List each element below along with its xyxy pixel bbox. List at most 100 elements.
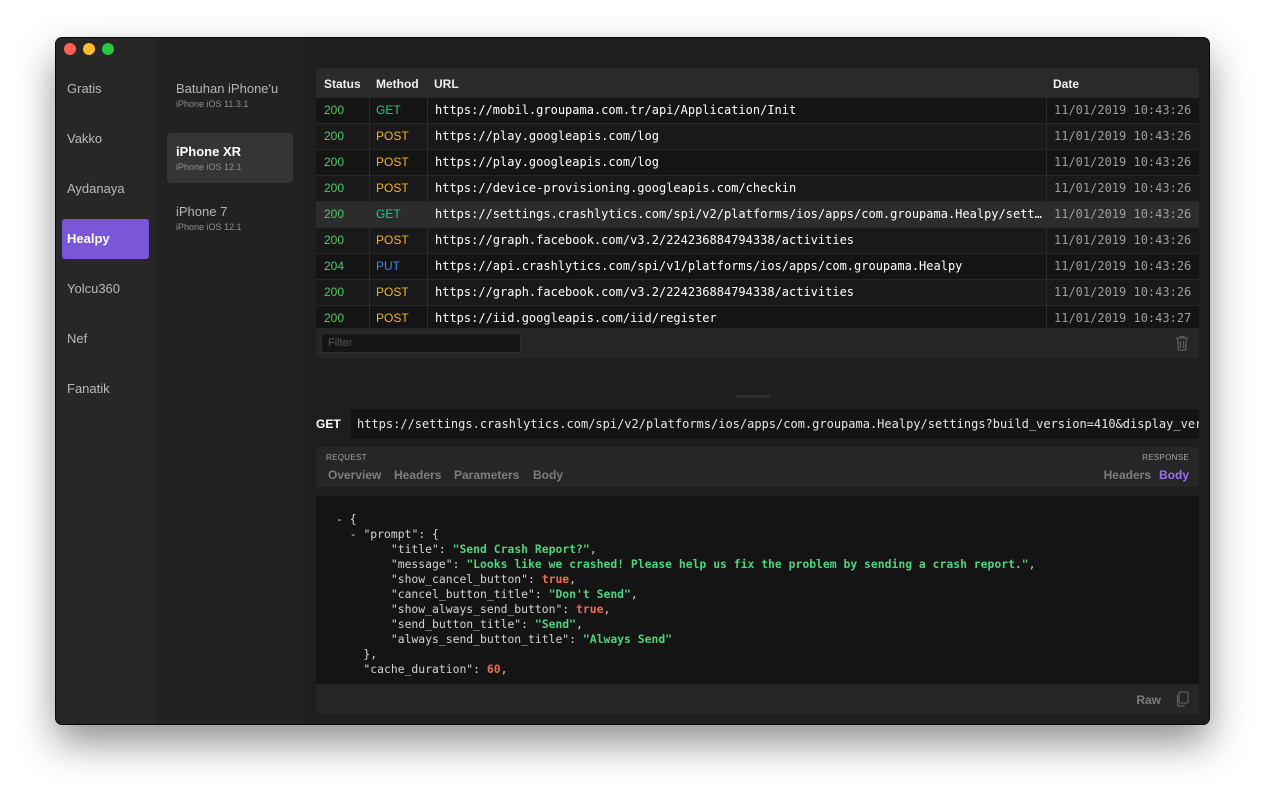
status-cell: 200 <box>324 155 345 169</box>
minimize-window-button[interactable] <box>83 43 95 55</box>
table-row[interactable]: 200 POST https://graph.facebook.com/v3.2/2… <box>316 280 1199 306</box>
device-name: iPhone 7 <box>176 204 228 219</box>
devices-sidebar: Batuhan iPhone'u iPhone iOS 11.3.1 iPhone … <box>155 38 305 724</box>
json-token: : { <box>418 527 439 541</box>
device-name: Batuhan iPhone'u <box>176 81 279 96</box>
json-token: "show_always_send_button": <box>336 602 577 616</box>
method-cell: POST <box>376 285 409 299</box>
table-row[interactable]: 200 GET https://settings.crashlytics.com/s… <box>316 202 1199 228</box>
json-token: "title": <box>336 542 453 556</box>
tab-request-body[interactable]: Body <box>533 468 563 482</box>
trash-icon[interactable] <box>1175 335 1189 351</box>
requests-table: Status Method URL Date 200 GET https://mob… <box>316 68 1199 358</box>
app-item-vakko[interactable]: Vakko <box>62 119 149 159</box>
close-window-button[interactable] <box>64 43 76 55</box>
app-item-aydanaya[interactable]: Aydanaya <box>62 169 149 209</box>
tab-request-headers[interactable]: Headers <box>394 468 441 482</box>
main-panel: Status Method URL Date 200 GET https://mob… <box>305 38 1209 724</box>
column-divider <box>427 98 428 328</box>
json-line: "show_always_send_button": true, <box>336 602 1036 617</box>
json-line: "send_button_title": "Send", <box>336 617 1036 632</box>
window-controls <box>64 43 114 55</box>
date-cell: 11/01/2019 10:43:26 <box>1054 103 1192 117</box>
device-os-version: iPhone iOS 11.3.1 <box>176 99 249 109</box>
response-footer: Raw <box>316 684 1199 714</box>
column-header-method[interactable]: Method <box>376 77 419 91</box>
request-url-field[interactable]: https://settings.crashlytics.com/spi/v2/… <box>351 409 1199 439</box>
json-token: "message": <box>336 557 467 571</box>
status-cell: 200 <box>324 103 345 117</box>
table-row[interactable]: 200 POST https://play.googleapis.com/log 11… <box>316 124 1199 150</box>
app-item-healpy[interactable]: Healpy <box>62 219 149 259</box>
table-row[interactable]: 200 GET https://mobil.groupama.com.tr/api/… <box>316 98 1199 124</box>
date-cell: 11/01/2019 10:43:26 <box>1054 207 1192 221</box>
status-cell: 200 <box>324 233 345 247</box>
tab-request-overview[interactable]: Overview <box>328 468 381 482</box>
json-token: - <box>336 527 364 541</box>
copy-icon[interactable] <box>1175 691 1189 707</box>
table-row[interactable]: 200 POST https://device-provisioning.googl… <box>316 176 1199 202</box>
device-item[interactable]: iPhone 7 iPhone iOS 12.1 <box>167 193 293 243</box>
response-json-viewer[interactable]: - { - "prompt": { "title": "Send Crash R… <box>336 512 1036 677</box>
json-bool-value: true <box>541 572 570 586</box>
json-str-value: "Send Crash Report?" <box>452 542 590 556</box>
method-cell: PUT <box>376 259 400 273</box>
json-token: "show_cancel_button": <box>336 572 542 586</box>
json-token: }, <box>336 647 378 661</box>
column-divider <box>1046 98 1047 328</box>
json-token: , <box>603 602 611 616</box>
device-item[interactable]: iPhone XR iPhone iOS 12.1 <box>167 133 293 183</box>
split-view-handle[interactable] <box>735 395 771 398</box>
tab-request-parameters[interactable]: Parameters <box>454 468 519 482</box>
date-cell: 11/01/2019 10:43:26 <box>1054 129 1192 143</box>
app-item-nef[interactable]: Nef <box>62 319 149 359</box>
json-line: "always_send_button_title": "Always Send… <box>336 632 1036 647</box>
url-cell: https://graph.facebook.com/v3.2/22423688… <box>435 233 855 247</box>
filter-bar <box>316 328 1199 358</box>
json-line: "cancel_button_title": "Don't Send", <box>336 587 1036 602</box>
status-cell: 200 <box>324 311 345 325</box>
table-header: Status Method URL Date <box>316 68 1199 98</box>
tab-response-body[interactable]: Body <box>1159 468 1189 482</box>
zoom-window-button[interactable] <box>102 43 114 55</box>
device-name: iPhone XR <box>176 144 242 159</box>
device-item[interactable]: Batuhan iPhone'u iPhone iOS 11.3.1 <box>167 70 293 120</box>
column-header-status[interactable]: Status <box>324 77 361 91</box>
request-url-bar: GET https://settings.crashlytics.com/spi… <box>316 409 1199 439</box>
app-item-gratis[interactable]: Gratis <box>62 69 149 109</box>
filter-input[interactable] <box>321 333 521 353</box>
app-item-fanatik[interactable]: Fanatik <box>62 369 149 409</box>
method-cell: POST <box>376 155 409 169</box>
json-token: "cancel_button_title": <box>336 587 549 601</box>
json-line: "cache_duration": 60, <box>336 662 1036 677</box>
json-str-value: "Send" <box>534 617 577 631</box>
table-body: 200 GET https://mobil.groupama.com.tr/api/… <box>316 98 1199 358</box>
app-window: Gratis Vakko Aydanaya Healpy Yolcu360 Nef Fana… <box>56 38 1209 724</box>
url-cell: https://device-provisioning.googleapis.c… <box>435 181 797 195</box>
table-row[interactable]: 204 PUT https://api.crashlytics.com/spi/v1… <box>316 254 1199 280</box>
raw-toggle-button[interactable]: Raw <box>1136 693 1161 707</box>
date-cell: 11/01/2019 10:43:26 <box>1054 181 1192 195</box>
json-token: - { <box>336 512 357 526</box>
json-str-value: "Always Send" <box>582 632 673 646</box>
json-token: , <box>630 587 638 601</box>
tab-response-headers[interactable]: Headers <box>1104 468 1151 482</box>
json-str-value: "Looks like we crashed! Please help us f… <box>466 557 1029 571</box>
apps-list: Gratis Vakko Aydanaya Healpy Yolcu360 Nef Fana… <box>62 69 149 419</box>
json-bool-value: true <box>576 602 604 616</box>
json-line: "show_cancel_button": true, <box>336 572 1036 587</box>
app-item-yolcu360[interactable]: Yolcu360 <box>62 269 149 309</box>
table-row[interactable]: 200 POST https://play.googleapis.com/log 11… <box>316 150 1199 176</box>
json-token: , <box>569 572 577 586</box>
column-header-url[interactable]: URL <box>434 77 459 91</box>
url-cell: https://api.crashlytics.com/spi/v1/platf… <box>435 259 963 273</box>
column-header-date[interactable]: Date <box>1053 77 1079 91</box>
response-section-label: RESPONSE <box>1142 453 1189 462</box>
request-section-label: REQUEST <box>326 453 367 462</box>
device-os-version: iPhone iOS 12.1 <box>176 162 242 172</box>
url-cell: https://settings.crashlytics.com/spi/v2/… <box>435 207 1045 221</box>
date-cell: 11/01/2019 10:43:26 <box>1054 285 1192 299</box>
table-row[interactable]: 200 POST https://graph.facebook.com/v3.2/2… <box>316 228 1199 254</box>
url-cell: https://mobil.groupama.com.tr/api/Applic… <box>435 103 797 117</box>
json-token: "prompt" <box>363 527 419 541</box>
